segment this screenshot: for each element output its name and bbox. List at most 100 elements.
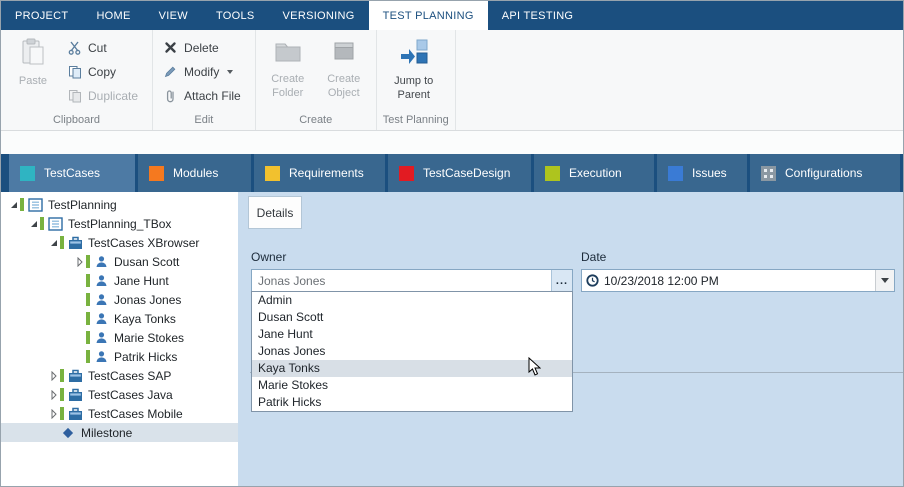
testcases-icon [20, 166, 35, 181]
tree-item-testcases-mobile[interactable]: TestCases Mobile [1, 404, 238, 423]
status-bar-icon [60, 388, 64, 401]
tab-issues[interactable]: Issues [657, 154, 747, 192]
menu-home-label: HOME [96, 10, 130, 22]
owner-dropdown-item[interactable]: Patrik Hicks [252, 394, 572, 411]
owner-dropdown-item[interactable]: Jane Hunt [252, 326, 572, 343]
execution-icon [545, 166, 560, 181]
delete-button[interactable]: Delete [159, 37, 249, 58]
duplicate-icon [67, 88, 82, 103]
menu-tools-label: TOOLS [216, 10, 255, 22]
menu-tools[interactable]: TOOLS [202, 1, 269, 30]
owner-dropdown-item[interactable]: Jonas Jones [252, 343, 572, 360]
menu-api-testing[interactable]: API TESTING [488, 1, 588, 30]
menu-project[interactable]: PROJECT [1, 1, 82, 30]
tree-item-jane-hunt[interactable]: Jane Hunt [1, 271, 238, 290]
tab-configurations[interactable]: Configurations [750, 154, 900, 192]
collapse-arrow-icon[interactable] [73, 257, 86, 267]
tree-item-label: TestCases Java [88, 388, 173, 402]
owner-combobox[interactable]: Jonas Jones ... [251, 269, 573, 292]
owner-dropdown-item[interactable]: Kaya Tonks [252, 360, 572, 377]
tab-requirements-label: Requirements [289, 166, 364, 180]
date-picker[interactable]: 10/23/2018 12:00 PM [581, 269, 895, 292]
tab-configurations-label: Configurations [785, 166, 862, 180]
tree-item-label: TestPlanning [48, 198, 117, 212]
tab-modules-label: Modules [173, 166, 218, 180]
ribbon-group-test-planning: Jump to Parent Test Planning [377, 30, 456, 130]
create-object-icon [331, 38, 357, 69]
expand-arrow-icon[interactable] [47, 240, 60, 246]
create-folder-icon [274, 38, 302, 69]
module-tab-bar: TestCases Modules Requirements TestCaseD… [1, 154, 903, 192]
project-tree-panel: TestPlanning TestPlanning_TBox TestCases… [1, 192, 238, 486]
tab-testcases[interactable]: TestCases [9, 154, 135, 192]
tab-execution[interactable]: Execution [534, 154, 654, 192]
tree-item-testplanning[interactable]: TestPlanning [1, 195, 238, 214]
menu-test-planning[interactable]: TEST PLANNING [369, 1, 488, 30]
status-bar-icon [60, 407, 64, 420]
paste-button[interactable]: Paste [7, 34, 59, 89]
tree-item-label: TestCases SAP [88, 369, 171, 383]
tab-requirements[interactable]: Requirements [254, 154, 385, 192]
collapse-arrow-icon[interactable] [47, 409, 60, 419]
duplicate-button[interactable]: Duplicate [63, 85, 146, 106]
application-window: PROJECT HOME VIEW TOOLS VERSIONING TEST … [0, 0, 904, 487]
modify-button[interactable]: Modify [159, 61, 249, 82]
tab-testcasedesign[interactable]: TestCaseDesign [388, 154, 531, 192]
expand-arrow-icon[interactable] [7, 202, 20, 208]
status-bar-icon [86, 331, 90, 344]
attach-file-label: Attach File [184, 89, 241, 103]
owner-browse-button[interactable]: ... [551, 270, 572, 291]
folder-icon [27, 197, 43, 212]
tree-item-kaya-tonks[interactable]: Kaya Tonks [1, 309, 238, 328]
cut-button[interactable]: Cut [63, 37, 146, 58]
tab-details[interactable]: Details [248, 196, 302, 229]
cut-icon [67, 40, 82, 55]
collapse-arrow-icon[interactable] [47, 371, 60, 381]
tree-item-testcases-xbrowser[interactable]: TestCases XBrowser [1, 233, 238, 252]
modify-dropdown-caret-icon[interactable] [227, 70, 233, 74]
tree-item-label: TestCases Mobile [88, 407, 183, 421]
edit-group-label: Edit [153, 111, 255, 130]
owner-dropdown-item[interactable]: Dusan Scott [252, 309, 572, 326]
tree-item-testcases-java[interactable]: TestCases Java [1, 385, 238, 404]
delete-label: Delete [184, 41, 219, 55]
menu-versioning[interactable]: VERSIONING [269, 1, 369, 30]
tree-item-jonas-jones[interactable]: Jonas Jones [1, 290, 238, 309]
jump-to-parent-icon [399, 38, 429, 71]
tree-item-patrik-hicks[interactable]: Patrik Hicks [1, 347, 238, 366]
status-bar-icon [40, 217, 44, 230]
tree-item-testplanning-tbox[interactable]: TestPlanning_TBox [1, 214, 238, 233]
tree-item-marie-stokes[interactable]: Marie Stokes [1, 328, 238, 347]
cut-label: Cut [88, 41, 107, 55]
tree-item-milestone[interactable]: Milestone [1, 423, 238, 442]
tab-details-label: Details [257, 206, 294, 220]
expand-arrow-icon[interactable] [27, 221, 40, 227]
owner-field-label: Owner [251, 250, 573, 264]
configurations-icon [761, 166, 776, 181]
owner-dropdown-item[interactable]: Marie Stokes [252, 377, 572, 394]
create-folder-button[interactable]: Create Folder [262, 34, 314, 101]
menu-api-testing-label: API TESTING [502, 10, 574, 22]
tab-issues-label: Issues [692, 166, 727, 180]
issues-icon [668, 166, 683, 181]
tree-item-dusan-scott[interactable]: Dusan Scott [1, 252, 238, 271]
collapse-arrow-icon[interactable] [47, 390, 60, 400]
date-dropdown-button[interactable] [875, 270, 894, 291]
tree-item-label: Kaya Tonks [114, 312, 176, 326]
owner-dropdown-item[interactable]: Admin [252, 292, 572, 309]
modules-icon [149, 166, 164, 181]
tab-modules[interactable]: Modules [138, 154, 251, 192]
jump-to-parent-button[interactable]: Jump to Parent [383, 34, 445, 103]
menu-home[interactable]: HOME [82, 1, 144, 30]
tree-item-label: Jonas Jones [114, 293, 181, 307]
person-icon [93, 273, 109, 288]
menu-view-label: VIEW [159, 10, 188, 22]
status-bar-icon [86, 255, 90, 268]
copy-button[interactable]: Copy [63, 61, 146, 82]
attach-file-button[interactable]: Attach File [159, 85, 249, 106]
menu-view[interactable]: VIEW [145, 1, 202, 30]
tree-item-testcases-sap[interactable]: TestCases SAP [1, 366, 238, 385]
paste-icon [20, 38, 46, 71]
create-object-button[interactable]: Create Object [318, 34, 370, 101]
tree-item-label: Milestone [81, 426, 132, 440]
